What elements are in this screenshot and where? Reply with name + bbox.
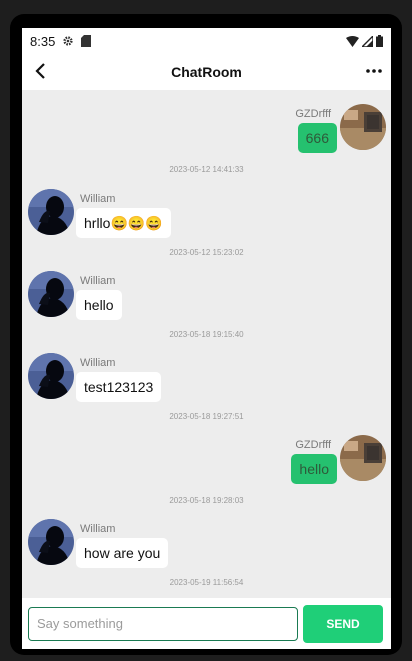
sender-name: William [80, 193, 116, 205]
message-timestamp: 2023-05-18 19:28:03 [169, 496, 244, 505]
wifi-icon [346, 35, 359, 47]
gear-icon [63, 36, 73, 46]
message-timestamp: 2023-05-12 14:41:33 [169, 165, 244, 174]
message-bubble[interactable]: hello [76, 290, 122, 320]
avatar[interactable] [340, 435, 386, 481]
message-timestamp: 2023-05-18 19:15:40 [169, 330, 244, 339]
arrow-back-icon [35, 63, 45, 79]
avatar[interactable] [28, 189, 74, 235]
more-options-button[interactable] [361, 58, 387, 84]
app-screen: 8:35 ChatRoom GZDrfff 666 2023-05-12 14:… [22, 28, 391, 649]
user-avatar-icon [28, 189, 74, 235]
message-timestamp: 2023-05-18 19:27:51 [169, 412, 244, 421]
message-bubble[interactable]: how are you [76, 538, 169, 568]
sender-name: William [80, 523, 116, 535]
back-button[interactable] [28, 58, 54, 84]
signal-icon [362, 35, 373, 47]
message-bubble[interactable]: test123123 [76, 372, 162, 402]
user-avatar-icon [28, 353, 74, 399]
more-horizontal-icon [366, 69, 382, 73]
message-timestamp: 2023-05-19 11:56:54 [169, 578, 244, 587]
send-button[interactable]: SEND [303, 604, 383, 643]
sd-card-icon [81, 35, 92, 47]
avatar[interactable] [28, 271, 74, 317]
sender-name: GZDrfff [295, 108, 331, 120]
message-bubble[interactable]: hello [291, 454, 337, 484]
status-right [346, 35, 383, 47]
message-bubble[interactable]: 666 [297, 123, 337, 153]
message-input[interactable] [28, 606, 298, 641]
sender-name: GZDrfff [295, 439, 331, 451]
user-avatar-icon [340, 104, 386, 150]
battery-icon [376, 35, 383, 47]
status-left: 8:35 [30, 33, 92, 49]
message-input-bar: SEND [22, 598, 391, 649]
status-time: 8:35 [30, 33, 56, 49]
user-avatar-icon [28, 519, 74, 565]
message-bubble[interactable]: hrllo😄😄😄 [76, 208, 171, 238]
sender-name: William [80, 275, 116, 287]
user-avatar-icon [28, 271, 74, 317]
page-title: ChatRoom [171, 64, 242, 80]
user-avatar-icon [340, 435, 386, 481]
app-bar: ChatRoom [22, 54, 391, 91]
status-bar: 8:35 [22, 28, 391, 54]
avatar[interactable] [28, 519, 74, 565]
message-timestamp: 2023-05-12 15:23:02 [169, 248, 244, 257]
chat-message-list[interactable]: GZDrfff 666 2023-05-12 14:41:33 William … [22, 90, 391, 598]
avatar[interactable] [340, 104, 386, 150]
avatar[interactable] [28, 353, 74, 399]
sender-name: William [80, 357, 116, 369]
